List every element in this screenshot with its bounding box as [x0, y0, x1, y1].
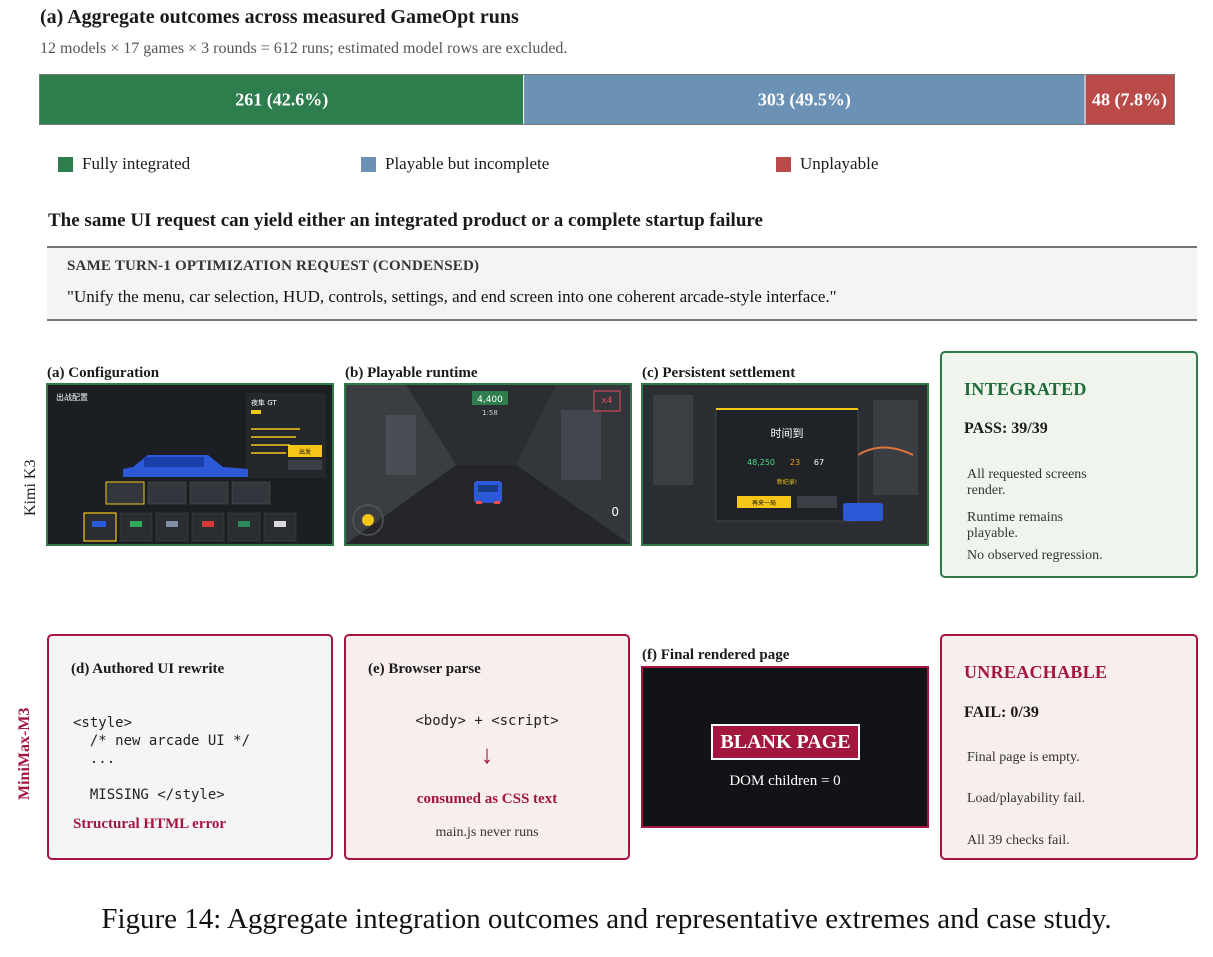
- legend-label: Fully integrated: [82, 154, 191, 173]
- screenshot-configuration: 出战配置 夜隼 GT 出发: [46, 383, 334, 546]
- legend-label: Playable but incomplete: [385, 154, 550, 173]
- config-car-name: 夜隼 GT: [251, 398, 277, 407]
- panel-label-settlement: (c) Persistent settlement: [642, 365, 796, 381]
- hud-joystick: [362, 514, 374, 526]
- blank-page-badge: BLANK PAGE: [711, 724, 860, 760]
- card-authored-rewrite: (d) Authored UI rewrite <style> /* new a…: [47, 634, 333, 860]
- section-a-title: (a) Aggregate outcomes across measured G…: [40, 6, 519, 28]
- down-arrow-icon: ↓: [480, 740, 494, 769]
- config-title: 出战配置: [56, 392, 88, 402]
- chart-legend: Fully integrated Playable but incomplete…: [58, 154, 958, 178]
- bar-data-label-1: 303 (49.5%): [758, 90, 851, 111]
- legend-swatch: [361, 156, 376, 172]
- card-d-title: (d) Authored UI rewrite: [71, 661, 225, 677]
- figure-caption: Figure 14: Aggregate integration outcome…: [101, 903, 1112, 935]
- consumed-label: consumed as CSS text: [416, 791, 558, 807]
- legend-item-unplayable: Unplayable: [776, 154, 878, 174]
- screenshot-runtime: 4,400 1:58 x4 0: [344, 383, 632, 546]
- verdict-card-unreachable: UNREACHABLE FAIL: 0/39 Final page is emp…: [940, 634, 1198, 860]
- request-box: SAME TURN-1 OPTIMIZATION REQUEST (CONDEN…: [47, 246, 1197, 321]
- settlement-record: 新纪录!: [777, 478, 797, 486]
- stacked-bar-chart: 261 (42.6%) 303 (49.5%) 48 (7.8%): [39, 74, 1175, 125]
- hud-score: 4,400: [477, 395, 503, 405]
- verdict-score: FAIL: 0/39: [964, 704, 1039, 721]
- settlement-again-label: 再来一局: [752, 500, 776, 507]
- legend-swatch: [776, 156, 791, 172]
- screenshot-settlement: 时间到 48,250 23 67 新纪录! 再来一局: [641, 383, 929, 546]
- panel-label-final-page: (f) Final rendered page: [642, 647, 790, 663]
- settlement-title: 时间到: [771, 427, 804, 440]
- settlement-stat-1: 48,250: [747, 458, 775, 467]
- settlement-stat-3: 67: [814, 458, 824, 467]
- hud-speed: 0: [611, 505, 619, 519]
- verdict-line: Load/playability fail.: [967, 791, 1086, 806]
- hud-combo: x4: [601, 396, 612, 406]
- card-e-title: (e) Browser parse: [368, 661, 481, 677]
- verdict-card-integrated: INTEGRATED PASS: 39/39 All requested scr…: [940, 351, 1198, 578]
- case-study-title: The same UI request can yield either an …: [48, 210, 763, 231]
- verdict-score: PASS: 39/39: [964, 420, 1048, 437]
- legend-swatch: [58, 156, 73, 172]
- settlement-stat-2: 23: [790, 458, 800, 467]
- structural-error-label: Structural HTML error: [73, 816, 227, 832]
- verdict-title: UNREACHABLE: [964, 662, 1108, 682]
- verdict-line: All 39 checks fail.: [967, 833, 1070, 848]
- blank-page-screenshot: BLANK PAGE DOM children = 0: [641, 666, 929, 828]
- legend-label: Unplayable: [800, 154, 879, 173]
- bar-data-label-0: 261 (42.6%): [235, 90, 328, 111]
- verdict-line: No observed regression.: [967, 548, 1103, 563]
- card-browser-parse: (e) Browser parse <body> + <script> ↓ co…: [344, 634, 630, 860]
- hud-time: 1:58: [482, 409, 498, 417]
- verdict-line: Runtime remains playable.: [967, 510, 1064, 541]
- legend-item-playable: Playable but incomplete: [361, 154, 549, 174]
- verdict-line: All requested screens render.: [967, 467, 1087, 498]
- verdict-title: INTEGRATED: [964, 379, 1087, 399]
- config-start-label: 出发: [299, 448, 311, 456]
- row-label-minimax: MiniMax-M3: [16, 707, 33, 800]
- bar-data-label-2: 48 (7.8%): [1092, 90, 1167, 111]
- legend-item-integrated: Fully integrated: [58, 154, 190, 174]
- verdict-line: Final page is empty.: [967, 750, 1080, 765]
- never-runs-note: main.js never runs: [435, 825, 539, 840]
- request-label: SAME TURN-1 OPTIMIZATION REQUEST (CONDEN…: [67, 258, 480, 274]
- request-text: "Unify the menu, car selection, HUD, con…: [67, 287, 837, 306]
- section-a-subtitle: 12 models × 17 games × 3 rounds = 612 ru…: [40, 40, 568, 57]
- parse-code: <body> + <script>: [415, 713, 559, 729]
- dom-children-count: DOM children = 0: [729, 773, 841, 789]
- panel-label-runtime: (b) Playable runtime: [345, 365, 478, 381]
- panel-label-configuration: (a) Configuration: [47, 365, 160, 381]
- row-label-kimi: Kimi K3: [22, 459, 39, 516]
- code-snippet: <style> /* new arcade UI */ ... MISSING …: [73, 715, 251, 803]
